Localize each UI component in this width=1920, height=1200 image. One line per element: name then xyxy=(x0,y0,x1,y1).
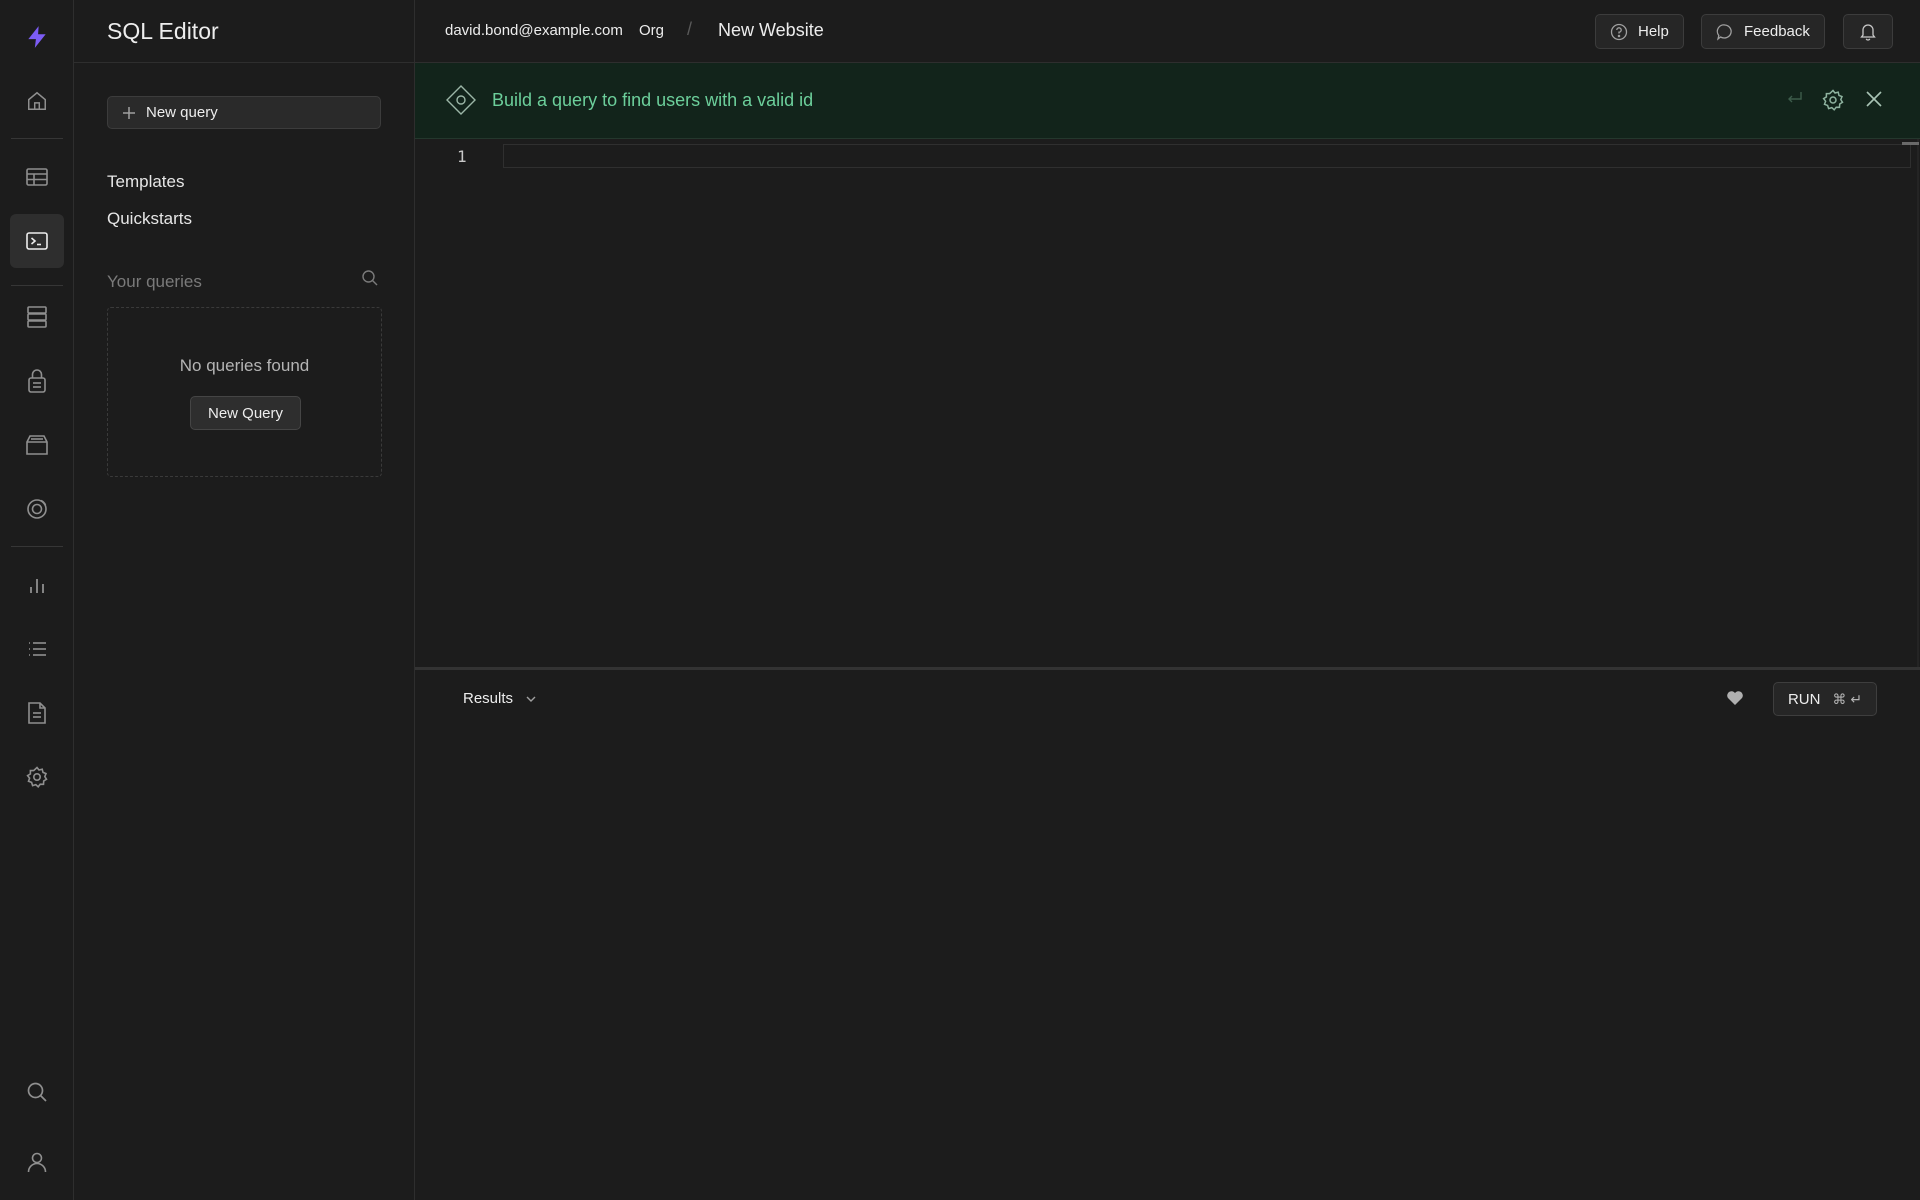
database-icon[interactable] xyxy=(10,290,64,344)
message-bubble-icon xyxy=(1716,23,1734,41)
logs-list-icon[interactable] xyxy=(10,622,64,676)
realtime-icon[interactable] xyxy=(10,482,64,536)
editor-scrollbar[interactable] xyxy=(1917,139,1919,668)
quickstarts-link[interactable]: Quickstarts xyxy=(107,209,192,229)
your-queries-label: Your queries xyxy=(107,272,202,291)
results-tab-label: Results xyxy=(463,690,514,707)
rail-divider xyxy=(11,138,63,139)
results-bar: Results RUN ⌘ ↵ xyxy=(415,670,1920,730)
user-email[interactable]: david.bond@example.com xyxy=(445,22,623,39)
plus-icon xyxy=(122,106,136,120)
home-icon[interactable] xyxy=(10,74,64,128)
bell-icon xyxy=(1859,22,1877,41)
empty-queries-message: No queries found xyxy=(179,356,310,375)
user-icon[interactable] xyxy=(10,1135,64,1189)
new-query-button[interactable]: New query xyxy=(107,96,381,129)
feedback-button[interactable]: Feedback xyxy=(1701,14,1825,49)
rail-divider xyxy=(11,285,63,286)
ai-prompt-text[interactable]: Build a query to find users with a valid… xyxy=(492,90,813,111)
templates-link[interactable]: Templates xyxy=(107,172,184,192)
search-icon[interactable] xyxy=(10,1065,64,1119)
project-breadcrumb[interactable]: New Website xyxy=(718,20,824,41)
chevron-down-icon xyxy=(525,693,537,705)
sql-editor-sidebar: SQL Editor New query Templates Quickstar… xyxy=(74,0,415,1200)
run-query-button[interactable]: RUN ⌘ ↵ xyxy=(1773,682,1877,716)
sql-editor-icon[interactable] xyxy=(10,214,64,268)
icon-rail xyxy=(0,0,74,1200)
help-button[interactable]: Help xyxy=(1595,14,1684,49)
help-circle-icon xyxy=(1610,23,1628,41)
current-line-highlight[interactable] xyxy=(503,144,1911,168)
editor-scroll-thumb[interactable] xyxy=(1902,142,1919,145)
sidebar-title: SQL Editor xyxy=(74,0,414,63)
submit-return-icon[interactable] xyxy=(1785,88,1805,108)
favorite-heart-icon[interactable] xyxy=(1726,690,1744,706)
run-shortcut: ⌘ ↵ xyxy=(1832,690,1863,707)
results-dropdown[interactable]: Results xyxy=(463,690,537,707)
rail-divider xyxy=(11,546,63,547)
org-breadcrumb[interactable]: Org xyxy=(639,22,664,39)
reports-chart-icon[interactable] xyxy=(10,558,64,612)
settings-gear-icon[interactable] xyxy=(10,750,64,804)
empty-new-query-button[interactable]: New Query xyxy=(190,396,301,430)
storage-icon[interactable] xyxy=(10,418,64,472)
ai-assistant-banner: Build a query to find users with a valid… xyxy=(415,63,1920,139)
notifications-button[interactable] xyxy=(1843,14,1893,49)
help-label: Help xyxy=(1638,23,1669,40)
ai-diamond-icon xyxy=(445,84,477,116)
line-number: 1 xyxy=(457,147,467,166)
top-bar: david.bond@example.com Org / New Website… xyxy=(415,0,1920,63)
feedback-label: Feedback xyxy=(1744,23,1810,40)
empty-queries-panel: No queries found New Query xyxy=(107,307,382,477)
close-icon[interactable] xyxy=(1863,88,1885,110)
sql-code-editor[interactable]: 1 xyxy=(415,139,1920,668)
auth-lock-icon[interactable] xyxy=(10,354,64,408)
search-queries-icon[interactable] xyxy=(361,269,379,287)
logo-bolt-icon[interactable] xyxy=(10,10,64,64)
run-label: RUN xyxy=(1787,690,1821,708)
table-editor-icon[interactable] xyxy=(10,150,64,204)
api-docs-icon[interactable] xyxy=(10,686,64,740)
assistant-settings-icon[interactable] xyxy=(1821,88,1845,112)
new-query-label: New query xyxy=(146,104,218,121)
breadcrumb-separator: / xyxy=(687,19,693,39)
